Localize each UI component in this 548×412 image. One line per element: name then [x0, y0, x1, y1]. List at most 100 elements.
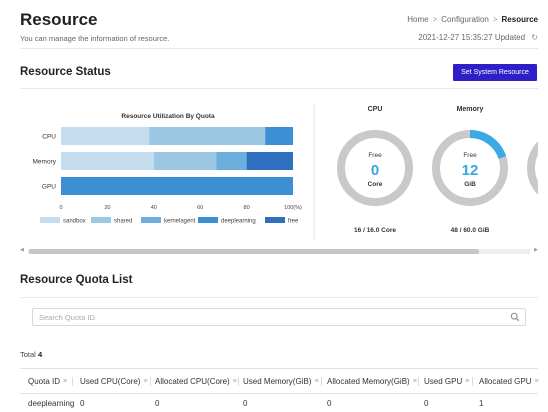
- cell-allocated-memory: 0: [327, 399, 332, 408]
- legend-label: deeplearning: [221, 219, 256, 225]
- legend-swatch: [91, 217, 111, 223]
- column-divider: [238, 377, 239, 386]
- bar-cpu-deeplearning: [265, 127, 293, 145]
- sort-icon[interactable]: ≡: [143, 378, 147, 385]
- cell-allocated-gpu: 1: [479, 399, 484, 408]
- legend-label: sandbox: [63, 219, 86, 225]
- chart-x-ticks: 0 20 40 60 80 100(%): [59, 205, 302, 211]
- quota-list-title: Resource Quota List: [20, 274, 133, 286]
- category-label: CPU: [42, 134, 56, 141]
- bar-memory-shared: [153, 152, 217, 170]
- bar-cpu-shared: [149, 127, 266, 145]
- x-tick-label: 40: [151, 205, 157, 211]
- quota-total: Total 4: [20, 350, 42, 359]
- table-header-bottom-border: [20, 393, 538, 394]
- resource-status-title: Resource Status: [20, 66, 111, 78]
- total-count: 4: [37, 350, 43, 359]
- updated-label: Updated: [494, 33, 526, 42]
- breadcrumb-configuration[interactable]: Configuration: [441, 15, 489, 24]
- status-divider: [20, 88, 538, 89]
- status-horizontal-scrollbar[interactable]: ◀ ▶: [20, 247, 538, 255]
- x-tick-label: 20: [104, 205, 110, 211]
- cell-used-cpu: 0: [80, 399, 85, 408]
- table-header-top-border: [20, 368, 538, 369]
- column-divider: [72, 377, 73, 386]
- breadcrumb-home[interactable]: Home: [407, 15, 428, 24]
- memory-gauge: Memory Free 12 GiB 48 / 60.0 GiB: [432, 106, 508, 234]
- gauge-free-label: Free: [463, 152, 477, 159]
- total-label: Total: [20, 350, 36, 359]
- gauge-title: CPU: [368, 106, 383, 113]
- legend-swatch: [40, 217, 60, 223]
- page-description: You can manage the information of resour…: [20, 34, 170, 43]
- category-label: Memory: [33, 159, 57, 166]
- gauge-title: Memory: [457, 106, 484, 113]
- gauge-value: 12: [462, 162, 479, 179]
- updated-time: 2021-12-27 15:35:27: [418, 33, 493, 42]
- breadcrumb-current: Resource: [501, 15, 538, 24]
- scroll-left-icon[interactable]: ◀: [20, 247, 24, 253]
- x-tick-label: 80: [244, 205, 250, 211]
- x-tick-label: 0: [59, 205, 62, 211]
- scroll-thumb[interactable]: [29, 249, 479, 254]
- column-header-allocated-cpu[interactable]: Allocated CPU(Core) ≡: [155, 377, 237, 386]
- gauge-footer: 48 / 60.0 GiB: [451, 227, 490, 234]
- breadcrumb-separator: >: [432, 15, 438, 24]
- header-divider: [20, 48, 538, 49]
- next-gauge-partial: [527, 141, 538, 195]
- quota-search-box: [32, 308, 526, 326]
- resource-status-panel: Resource Utilization By Quota CPU Memory G…: [33, 104, 538, 240]
- cell-allocated-cpu: 0: [155, 399, 160, 408]
- search-icon[interactable]: [510, 312, 520, 322]
- legend-swatch: [198, 217, 218, 223]
- column-divider: [150, 377, 151, 386]
- column-divider: [321, 377, 322, 386]
- breadcrumb-separator: >: [492, 15, 498, 24]
- bar-memory-sandbox: [61, 152, 154, 170]
- quota-divider: [20, 297, 538, 298]
- sort-icon[interactable]: ≡: [465, 378, 469, 385]
- x-tick-label: 60: [197, 205, 203, 211]
- cpu-gauge: CPU Free 0 Core 16 / 16.0 Core: [337, 106, 413, 234]
- gauge-footer: 16 / 16.0 Core: [354, 227, 396, 234]
- set-system-resource-button[interactable]: Set System Resource: [453, 64, 537, 81]
- cell-used-gpu: 0: [424, 399, 429, 408]
- legend-label: shared: [114, 219, 132, 225]
- chart-bars: [61, 127, 293, 195]
- sort-icon[interactable]: ≡: [233, 378, 237, 385]
- quota-search-input[interactable]: [33, 309, 503, 325]
- x-tick-label: 100(%): [284, 205, 302, 211]
- column-header-allocated-gpu[interactable]: Allocated GPU ≡: [479, 377, 539, 386]
- legend-swatch: [141, 217, 161, 223]
- sort-icon[interactable]: ≡: [314, 378, 318, 385]
- legend-label: kernelagent: [164, 219, 196, 225]
- sort-icon[interactable]: ≡: [413, 378, 417, 385]
- gauge-unit: GiB: [464, 181, 476, 188]
- gauge-value: 0: [371, 162, 379, 179]
- column-divider: [472, 377, 473, 386]
- column-header-used-memory[interactable]: Used Memory(GiB) ≡: [243, 377, 319, 386]
- sort-icon[interactable]: ≡: [63, 378, 67, 385]
- gauge-free-label: Free: [368, 152, 382, 159]
- chart-legend: sandbox shared kernelagent deeplearning free: [40, 217, 299, 225]
- updated-status: 2021-12-27 15:35:27 Updated ↻: [418, 33, 538, 42]
- column-header-used-gpu[interactable]: Used GPU ≡: [424, 377, 469, 386]
- cell-quota-id[interactable]: deeplearning: [28, 399, 74, 408]
- column-header-used-cpu[interactable]: Used CPU(Core) ≡: [80, 377, 148, 386]
- bar-cpu-sandbox: [61, 127, 150, 145]
- category-label: GPU: [42, 184, 56, 191]
- column-header-allocated-memory[interactable]: Allocated Memory(GiB) ≡: [327, 377, 417, 386]
- gauge-unit: Core: [368, 181, 383, 188]
- bar-gpu-deeplearning: [61, 177, 293, 195]
- refresh-icon[interactable]: ↻: [531, 33, 538, 42]
- cell-used-memory: 0: [243, 399, 248, 408]
- legend-swatch: [265, 217, 285, 223]
- column-header-quota-id[interactable]: Quota ID ≡: [28, 377, 67, 386]
- scroll-right-icon[interactable]: ▶: [534, 247, 538, 253]
- page-title: Resource: [20, 10, 98, 29]
- breadcrumb: Home > Configuration > Resource: [407, 15, 538, 24]
- chart-category-labels: CPU Memory GPU: [33, 134, 57, 191]
- column-divider: [418, 377, 419, 386]
- sort-icon[interactable]: ≡: [534, 378, 538, 385]
- bar-memory-free: [246, 152, 293, 170]
